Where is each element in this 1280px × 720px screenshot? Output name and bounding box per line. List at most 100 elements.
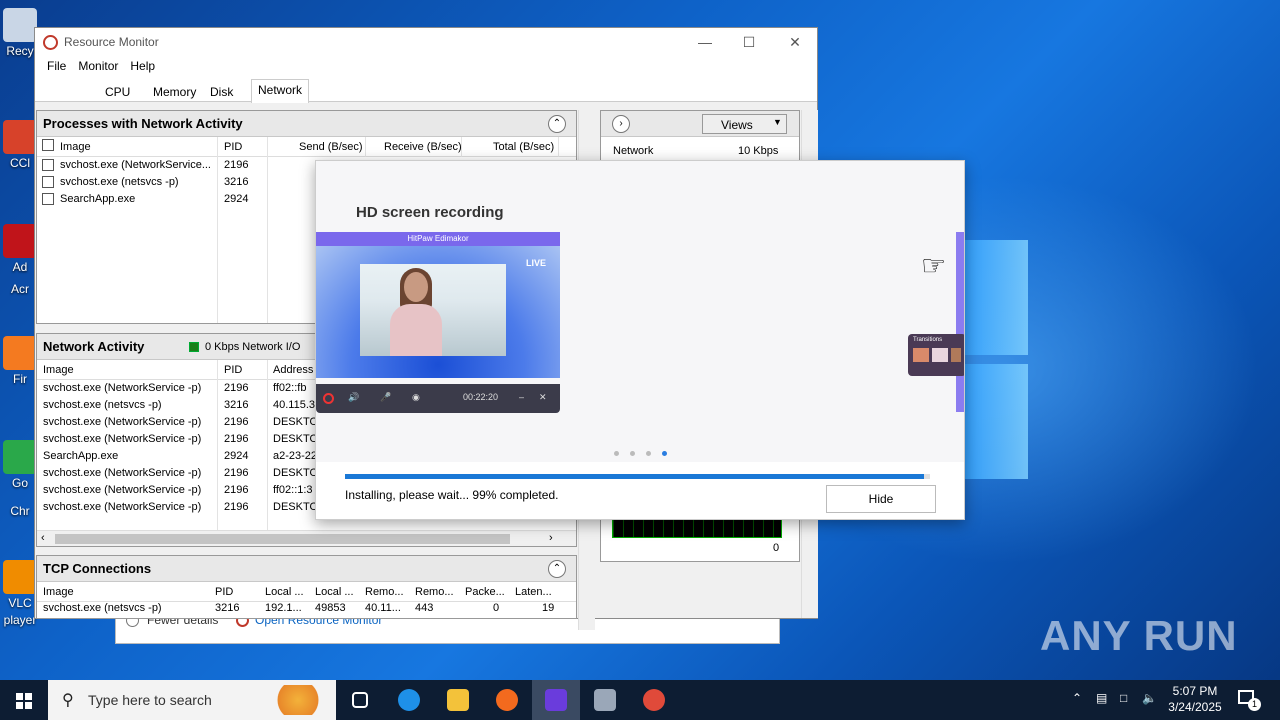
menu-help[interactable]: Help <box>124 56 161 78</box>
tray-overflow-icon[interactable]: ⌃ <box>1072 691 1082 705</box>
collapse-tcp-button[interactable]: ⌃ <box>548 560 566 578</box>
scroll-left-icon[interactable]: ‹ <box>41 532 45 544</box>
menu-monitor[interactable]: Monitor <box>72 56 124 78</box>
tcp-columns: Image PID Local ... Local ... Remo... Re… <box>37 582 576 602</box>
tcp-latency: 19 <box>542 602 555 614</box>
network-io-label: 0 Kbps Network I/O <box>205 341 301 353</box>
expand-pane-button[interactable]: › <box>612 115 630 133</box>
col-na-image[interactable]: Image <box>43 364 74 376</box>
live-badge: LIVE <box>525 258 546 268</box>
next-slide-preview <box>956 232 964 412</box>
network-activity-hscroll[interactable]: ‹ › <box>37 530 576 546</box>
row-pid: 2196 <box>224 433 249 445</box>
collapse-processes-button[interactable]: ⌃ <box>548 115 566 133</box>
slide-dots <box>614 445 678 459</box>
row-checkbox[interactable] <box>42 176 54 188</box>
notification-center-button[interactable]: 1 <box>1236 688 1261 712</box>
taskbar-search[interactable]: ⚲ Type here to search <box>48 680 336 720</box>
taskbar-app-button[interactable] <box>434 680 482 720</box>
volume-tray-icon[interactable]: 🔈 <box>1142 691 1157 705</box>
window-title: Resource Monitor <box>64 35 159 49</box>
taskbar: ⚲ Type here to search ⌃ ▤ □ 🔈 5:07 PM 3/… <box>0 680 1280 720</box>
col-receive[interactable]: Receive (B/sec) <box>384 141 462 153</box>
row-checkbox[interactable] <box>42 159 54 171</box>
row-address: a2-23-22 <box>273 450 318 462</box>
start-button[interactable] <box>0 680 48 720</box>
slide-dot[interactable] <box>614 451 619 456</box>
close-button[interactable]: ✕ <box>775 32 815 52</box>
col-tcp-local-port[interactable]: Local ... <box>315 586 354 598</box>
tcp-row[interactable]: svchost.exe (netsvcs -p) 3216 192.1... 4… <box>37 600 576 617</box>
col-tcp-latency[interactable]: Laten... <box>515 586 552 598</box>
taskbar-clock[interactable]: 5:07 PM 3/24/2025 <box>1160 683 1230 715</box>
tcp-local-addr: 192.1... <box>265 602 302 614</box>
hide-button[interactable]: Hide <box>826 485 936 513</box>
processes-panel-header[interactable]: Processes with Network Activity ⌃ <box>37 111 576 137</box>
recording-controls: 🔊 🎤 ◉ 00:22:20 – ✕ <box>316 384 560 413</box>
taskbar-app-button[interactable] <box>630 680 678 720</box>
desktop-app-icon <box>3 224 37 258</box>
row-address: 40.115.3 <box>273 399 316 411</box>
row-pid: 2196 <box>224 159 249 171</box>
file-explorer-icon <box>447 689 469 711</box>
title-bar[interactable]: Resource Monitor — ☐ ✕ <box>35 28 817 56</box>
col-image[interactable]: Image <box>60 141 91 153</box>
presenter-image <box>360 264 506 356</box>
slide-dot[interactable] <box>630 451 635 456</box>
taskbar-app-button[interactable] <box>581 680 629 720</box>
col-tcp-packet-loss[interactable]: Packe... <box>465 586 505 598</box>
tab-cpu[interactable]: CPU <box>99 82 136 102</box>
row-image: svchost.exe (NetworkService -p) <box>43 416 202 428</box>
slide-dot[interactable] <box>662 451 667 456</box>
network-app-icon <box>594 689 616 711</box>
menu-file[interactable]: File <box>41 56 72 78</box>
slide-dot[interactable] <box>646 451 651 456</box>
col-tcp-remote-port[interactable]: Remo... <box>415 586 454 598</box>
anyrun-watermark: ANY RUN <box>1040 612 1238 659</box>
tab-network[interactable]: Network <box>251 79 310 103</box>
tab-memory[interactable]: Memory <box>147 82 202 102</box>
col-na-address[interactable]: Address <box>273 364 313 376</box>
views-dropdown[interactable]: Views ▼ <box>702 114 787 134</box>
row-pid: 2196 <box>224 467 249 479</box>
preview-stage: LIVE <box>316 246 560 378</box>
processes-panel-title: Processes with Network Activity <box>43 116 243 131</box>
transitions-label: Transitions <box>913 337 943 343</box>
scroll-right-icon[interactable]: › <box>549 532 553 544</box>
maximize-button[interactable]: ☐ <box>729 32 769 52</box>
tcp-connections-header[interactable]: TCP Connections ⌃ <box>37 556 576 582</box>
tcp-pid: 3216 <box>215 602 240 614</box>
minimize-recorder-icon: – <box>519 392 525 402</box>
col-tcp-local-addr[interactable]: Local ... <box>265 586 304 598</box>
col-tcp-image[interactable]: Image <box>43 586 74 598</box>
row-image: SearchApp.exe <box>60 193 136 205</box>
col-send[interactable]: Send (B/sec) <box>299 141 363 153</box>
col-tcp-pid[interactable]: PID <box>215 586 233 598</box>
clock-date: 3/24/2025 <box>1168 700 1222 714</box>
tcp-image: svchost.exe (netsvcs -p) <box>43 602 162 614</box>
row-address: ff02::fb <box>273 382 307 394</box>
col-tcp-remote-addr[interactable]: Remo... <box>365 586 404 598</box>
windows-start-icon <box>16 693 32 709</box>
col-pid[interactable]: PID <box>224 141 242 153</box>
col-total[interactable]: Total (B/sec) <box>493 141 554 153</box>
minimize-button[interactable]: — <box>685 32 725 52</box>
select-all-checkbox[interactable] <box>42 139 54 151</box>
taskbar-app-button[interactable] <box>532 680 580 720</box>
transitions-card: Transitions <box>908 334 964 376</box>
tray-device-icon[interactable]: ▤ <box>1096 691 1107 705</box>
tcp-remote-addr: 40.11... <box>365 602 401 614</box>
recording-preview: HitPaw Edimakor LIVE <box>316 232 560 378</box>
row-image: svchost.exe (netsvcs -p) <box>43 399 162 411</box>
hscroll-thumb[interactable] <box>55 534 510 544</box>
timer-label: 00:22:20 <box>463 392 499 402</box>
clock-time: 5:07 PM <box>1172 684 1218 698</box>
row-checkbox[interactable] <box>42 193 54 205</box>
tab-disk[interactable]: Disk <box>204 82 239 102</box>
taskbar-app-button[interactable] <box>483 680 531 720</box>
taskbar-app-button[interactable] <box>385 680 433 720</box>
network-tray-icon[interactable]: □ <box>1120 691 1127 705</box>
speaker-icon: 🔊 <box>348 392 360 402</box>
taskbar-app-button[interactable] <box>336 680 384 720</box>
col-na-pid[interactable]: PID <box>224 364 242 376</box>
